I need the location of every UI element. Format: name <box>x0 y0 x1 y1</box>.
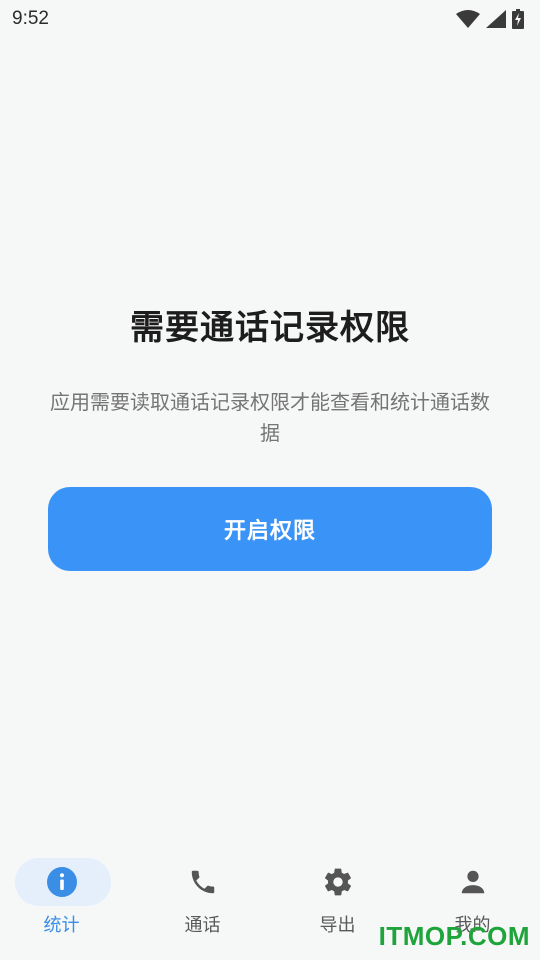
status-bar: 9:52 <box>0 0 540 38</box>
person-icon <box>456 865 490 899</box>
grant-permission-button[interactable]: 开启权限 <box>48 487 492 571</box>
permission-description: 应用需要读取通话记录权限才能查看和统计通话数据 <box>50 390 490 445</box>
status-time: 9:52 <box>12 8 49 29</box>
info-icon <box>45 865 79 899</box>
signal-icon <box>486 10 506 28</box>
wifi-icon <box>456 10 480 28</box>
page-title: 需要通话记录权限 <box>130 308 410 348</box>
nav-item-stats[interactable]: 统计 <box>0 850 135 960</box>
permission-panel: 需要通话记录权限 应用需要读取通话记录权限才能查看和统计通话数据 开启权限 <box>0 300 540 571</box>
screen: 9:52 需要通话记录权限 应用需要读取通话记录权限才能查看和统计通话数据 开启… <box>0 0 540 960</box>
phone-icon <box>186 865 220 899</box>
gear-icon <box>321 865 355 899</box>
nav-label: 导出 <box>319 915 356 936</box>
battery-charging-icon <box>512 9 524 29</box>
nav-label: 统计 <box>43 915 80 936</box>
status-icons <box>456 9 524 29</box>
nav-label: 通话 <box>184 915 221 936</box>
nav-item-calls[interactable]: 通话 <box>135 850 270 960</box>
watermark: ITMOP.COM <box>378 921 530 951</box>
